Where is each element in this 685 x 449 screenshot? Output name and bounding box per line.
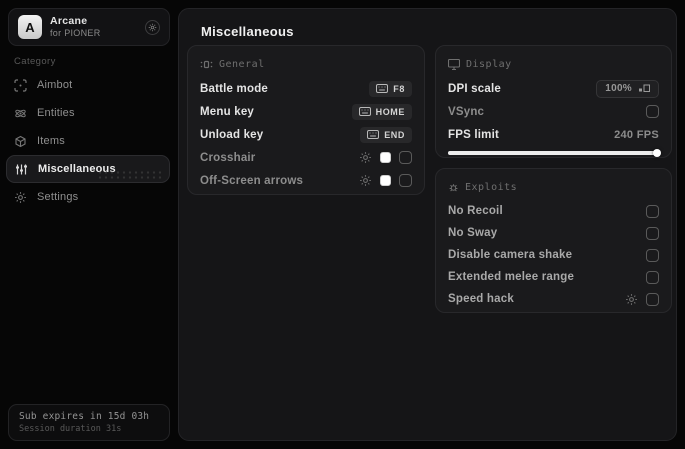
sidebar: A Arcane for PIONER Category Aimbot Enti… [0, 0, 176, 449]
camera-shake-checkbox[interactable] [646, 248, 659, 262]
general-card: General Battle mode F8 Menu key HOME Unl… [187, 45, 425, 195]
crosshair-options-gear-icon[interactable] [359, 151, 372, 164]
exploits-card: Exploits No Recoil No Sway Disable camer… [435, 168, 672, 313]
subscription-card: Sub expires in 15d 03h Session duration … [8, 404, 170, 441]
setting-row-vsync: VSync [448, 100, 659, 123]
gear-icon [14, 191, 27, 204]
keybind-value: END [384, 129, 405, 140]
atom-icon [14, 107, 27, 120]
setting-label: DPI scale [448, 82, 501, 95]
setting-row-extended-melee-range: Extended melee range [448, 266, 659, 288]
sub-expiry-text: Sub expires in 15d 03h [19, 411, 150, 422]
scan-target-icon [14, 78, 27, 92]
offscreen-options-gear-icon[interactable] [359, 174, 372, 187]
sidebar-item-miscellaneous[interactable]: Miscellaneous [6, 155, 170, 183]
panel-grid-icon [200, 60, 213, 68]
crosshair-checkbox[interactable] [399, 151, 412, 164]
keybind-value: F8 [393, 83, 405, 94]
no-sway-checkbox[interactable] [646, 226, 659, 240]
setting-row-unload-key: Unload key END [200, 123, 412, 146]
setting-label: No Sway [448, 227, 498, 239]
setting-row-fps-limit: FPS limit 240 FPS [448, 123, 659, 146]
scale-squares-icon [639, 84, 650, 92]
exploits-header-label: Exploits [465, 181, 518, 193]
dpi-scale-selector[interactable]: 100% [596, 79, 659, 98]
melee-range-checkbox[interactable] [646, 270, 659, 284]
dots-texture [97, 170, 163, 179]
setting-row-menu-key: Menu key HOME [200, 100, 412, 123]
display-header-label: Display [466, 58, 512, 70]
general-header-label: General [219, 58, 265, 70]
keybind-button-battle-mode[interactable]: F8 [369, 80, 412, 97]
speed-hack-options-gear-icon[interactable] [625, 293, 638, 306]
setting-label: Menu key [200, 105, 255, 118]
sidebar-item-items[interactable]: Items [0, 127, 176, 155]
offscreen-checkbox[interactable] [399, 174, 412, 187]
dpi-scale-value: 100% [605, 83, 632, 94]
bug-icon [449, 183, 458, 191]
vsync-checkbox[interactable] [646, 105, 659, 118]
page-title: Miscellaneous [201, 24, 294, 39]
setting-row-dpi-scale: DPI scale 100% [448, 77, 659, 100]
app-logo: A [18, 15, 42, 39]
setting-label: Battle mode [200, 82, 269, 95]
fps-slider-knob[interactable] [653, 149, 661, 157]
keyboard-icon [358, 107, 371, 116]
setting-row-crosshair: Crosshair [200, 146, 412, 169]
sidebar-item-label: Items [37, 135, 65, 147]
setting-row-battle-mode: Battle mode F8 [200, 77, 412, 100]
package-icon [14, 135, 27, 148]
setting-label: Unload key [200, 128, 264, 141]
keybind-button-unload-key[interactable]: END [360, 126, 412, 143]
offscreen-color-swatch[interactable] [380, 175, 391, 186]
display-header: Display [448, 55, 659, 73]
no-recoil-checkbox[interactable] [646, 204, 659, 218]
keyboard-icon [376, 84, 389, 93]
app-name: Arcane [50, 14, 88, 27]
setting-label: Extended melee range [448, 271, 575, 283]
setting-row-disable-camera-shake: Disable camera shake [448, 244, 659, 266]
sidebar-item-label: Settings [37, 191, 79, 203]
sliders-icon [15, 163, 28, 176]
setting-label: Speed hack [448, 293, 514, 305]
fps-limit-value: 240 FPS [614, 128, 659, 141]
setting-label: VSync [448, 105, 485, 118]
sidebar-item-aimbot[interactable]: Aimbot [0, 71, 176, 99]
sidebar-item-entities[interactable]: Entities [0, 99, 176, 127]
app-window: A Arcane for PIONER Category Aimbot Enti… [0, 0, 685, 449]
setting-row-no-recoil: No Recoil [448, 200, 659, 222]
fps-slider-fill [448, 151, 659, 155]
category-label: Category [14, 56, 56, 67]
setting-label: FPS limit [448, 128, 500, 141]
general-header: General [200, 55, 412, 73]
setting-label: Disable camera shake [448, 249, 573, 261]
keybind-value: HOME [375, 106, 405, 117]
keybind-button-menu-key[interactable]: HOME [351, 103, 412, 120]
sidebar-item-settings[interactable]: Settings [0, 183, 176, 211]
setting-label: Off-Screen arrows [200, 174, 304, 187]
category-nav: Aimbot Entities Items Miscellaneous Sett… [0, 71, 176, 211]
setting-row-no-sway: No Sway [448, 222, 659, 244]
display-card: Display DPI scale 100% VSync FPS limit 2… [435, 45, 672, 158]
brand-card: A Arcane for PIONER [8, 8, 170, 46]
fps-limit-slider[interactable] [448, 149, 661, 157]
monitor-icon [448, 58, 460, 70]
setting-label: No Recoil [448, 205, 503, 217]
sidebar-item-label: Aimbot [37, 79, 73, 91]
exploits-header: Exploits [448, 178, 659, 196]
speed-hack-checkbox[interactable] [646, 292, 659, 306]
setting-row-speed-hack: Speed hack [448, 288, 659, 310]
keyboard-icon [367, 130, 380, 139]
setting-row-offscreen-arrows: Off-Screen arrows [200, 169, 412, 192]
sidebar-item-label: Entities [37, 107, 75, 119]
app-subtitle: for PIONER [50, 27, 101, 38]
account-settings-icon[interactable] [145, 19, 160, 35]
crosshair-color-swatch[interactable] [380, 152, 391, 163]
session-duration-text: Session duration 31s [19, 424, 122, 434]
setting-label: Crosshair [200, 151, 256, 164]
main-panel: Miscellaneous General Battle mode F8 Men… [178, 8, 677, 441]
brand-text: Arcane for PIONER [50, 15, 101, 39]
